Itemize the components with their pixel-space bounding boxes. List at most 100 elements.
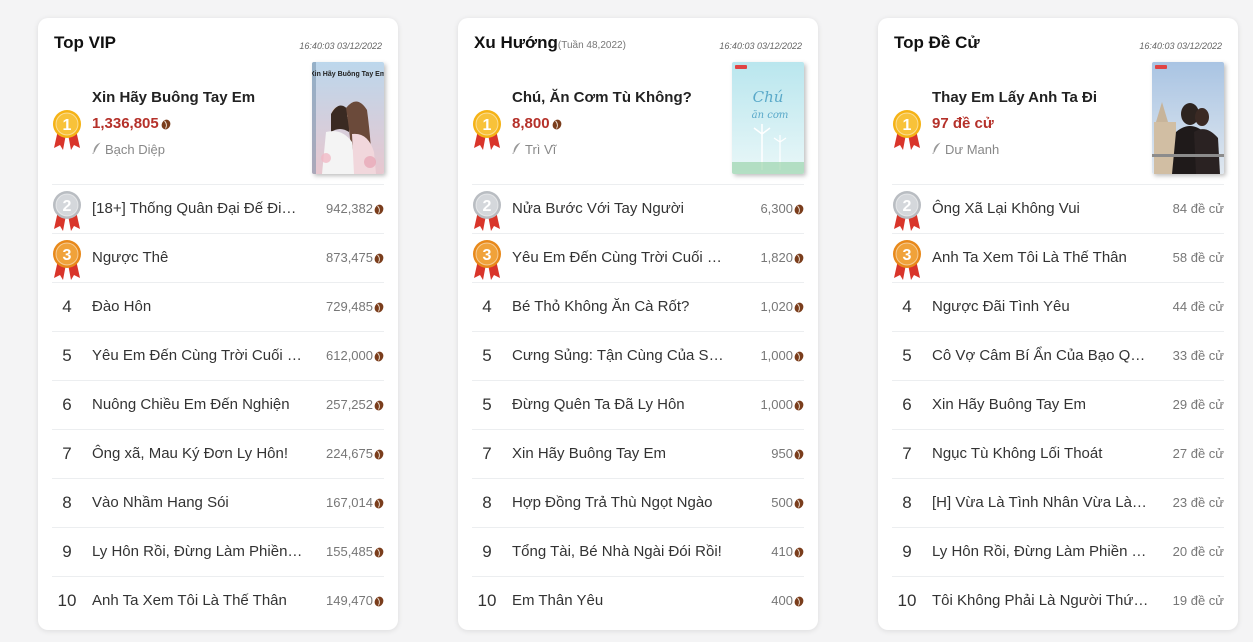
item-title[interactable]: Ngược Đãi Tình Yêu — [932, 283, 1150, 331]
list-item[interactable]: 7 Ngục Tù Không Lối Thoát 27 đề cử — [892, 429, 1224, 478]
item-title[interactable]: Cưng Sủng: Tận Cùng Của Sự Yêu Thương — [512, 332, 724, 380]
item-title[interactable]: Em Thân Yêu — [512, 577, 724, 625]
rank-number: 9 — [902, 542, 912, 561]
list-item[interactable]: 10 Anh Ta Xem Tôi Là Thế Thân 149,470 — [52, 576, 384, 625]
item-score: 942,382 — [326, 185, 384, 233]
list-item[interactable]: 10 Tôi Không Phải Là Người Thứ Ba 19 đề cử — [892, 576, 1224, 625]
item-title[interactable]: Ông Xã Lại Không Vui — [932, 185, 1150, 233]
item-title[interactable]: Yêu Em Đến Cùng Trời Cuối Đất — [512, 234, 724, 282]
list-item[interactable]: 7 Ông xã, Mau Ký Đơn Ly Hôn! 224,675 — [52, 429, 384, 478]
item-title[interactable]: Ngược Thê — [92, 234, 304, 282]
item-title[interactable]: Đừng Quên Ta Đã Ly Hôn — [512, 381, 724, 429]
list-item[interactable]: 2 Nửa Bước Với Tay Người 6,300 — [472, 184, 804, 233]
list-item[interactable]: 4 Bé Thỏ Không Ăn Cà Rốt? 1,020 — [472, 282, 804, 331]
list-item[interactable]: 9 Tổng Tài, Bé Nhà Ngài Đói Rồi! 410 — [472, 527, 804, 576]
list-item[interactable]: 2 [18+] Thống Quân Đại Đế Điên Cuồng Sủng… — [52, 184, 384, 233]
item-title[interactable]: Đào Hôn — [92, 283, 304, 331]
list-item[interactable]: 5 Cô Vợ Câm Bí Ẩn Của Bạo Quân 33 đề cử — [892, 331, 1224, 380]
item-score-value: 400 — [771, 593, 793, 608]
featured-title[interactable]: Xin Hãy Buông Tay Em — [92, 89, 255, 106]
list-item[interactable]: 6 Xin Hãy Buông Tay Em 29 đề cử — [892, 380, 1224, 429]
svg-text:3: 3 — [903, 247, 912, 264]
item-title[interactable]: Ly Hôn Rồi, Đừng Làm Phiền Tôi Nữa — [92, 528, 304, 576]
coffee-bean-icon — [374, 185, 384, 233]
featured-item[interactable]: 1 Thay Em Lấy Anh Ta Đi 97 đề cử Dư Manh — [892, 62, 1224, 182]
item-title[interactable]: Ly Hôn Rồi, Đừng Làm Phiền Tôi — [932, 528, 1150, 576]
item-title[interactable]: Yêu Em Đến Cùng Trời Cuối Đất — [92, 332, 304, 380]
item-score-value: 167,014 — [326, 495, 373, 510]
list-item[interactable]: 4 Đào Hôn 729,485 — [52, 282, 384, 331]
coffee-bean-icon — [161, 115, 171, 132]
featured-item[interactable]: 1 Chú, Ăn Cơm Tù Không? 8,800 Trì Vĩ Chú ăn c… — [472, 62, 804, 182]
featured-title[interactable]: Chú, Ăn Cơm Tù Không? — [512, 89, 692, 106]
featured-title[interactable]: Thay Em Lấy Anh Ta Đi — [932, 89, 1097, 106]
item-score-value: 1,820 — [760, 250, 793, 265]
coffee-bean-icon — [794, 332, 804, 380]
list-item[interactable]: 6 Nuông Chiều Em Đến Nghiện 257,252 — [52, 380, 384, 429]
card-title-text: Top VIP — [54, 33, 117, 52]
item-title[interactable]: Xin Hãy Buông Tay Em — [932, 381, 1150, 429]
list-item[interactable]: 4 Ngược Đãi Tình Yêu 44 đề cử — [892, 282, 1224, 331]
featured-author[interactable]: Dư Manh — [932, 142, 999, 157]
list-item[interactable]: 3 Yêu Em Đến Cùng Trời Cuối Đất 1,820 — [472, 233, 804, 282]
rank-number: 5 — [482, 346, 492, 365]
book-cover[interactable]: Chú ăn cơm — [732, 62, 804, 174]
item-title[interactable]: Xin Hãy Buông Tay Em — [512, 430, 724, 478]
featured-score-value: 8,800 — [512, 115, 550, 132]
item-title[interactable]: Ngục Tù Không Lối Thoát — [932, 430, 1150, 478]
item-score: 1,020 — [760, 283, 804, 331]
item-title[interactable]: Tổng Tài, Bé Nhà Ngài Đói Rồi! — [512, 528, 724, 576]
ranking-list: 2 [18+] Thống Quân Đại Đế Điên Cuồng Sủng… — [52, 184, 384, 625]
rank-number: 7 — [482, 444, 492, 463]
list-item[interactable]: 9 Ly Hôn Rồi, Đừng Làm Phiền Tôi 20 đề cử — [892, 527, 1224, 576]
coffee-bean-icon — [794, 577, 804, 625]
rank-number: 8 — [482, 493, 492, 512]
quill-pen-icon — [92, 142, 102, 157]
updated-time: 16:40:03 03/12/2022 — [719, 41, 802, 51]
list-item[interactable]: 5 Cưng Sủng: Tận Cùng Của Sự Yêu Thương 1,… — [472, 331, 804, 380]
book-cover[interactable] — [1152, 62, 1224, 174]
svg-text:3: 3 — [63, 247, 72, 264]
item-score-value: 942,382 — [326, 201, 373, 216]
item-title[interactable]: Anh Ta Xem Tôi Là Thế Thân — [932, 234, 1150, 282]
item-score-value: 149,470 — [326, 593, 373, 608]
list-item[interactable]: 2 Ông Xã Lại Không Vui 84 đề cử — [892, 184, 1224, 233]
list-item[interactable]: 9 Ly Hôn Rồi, Đừng Làm Phiền Tôi Nữa 155,4… — [52, 527, 384, 576]
list-item[interactable]: 8 [H] Vừa Là Tình Nhân Vừa Là Vợ 23 đề cử — [892, 478, 1224, 527]
item-title[interactable]: Hợp Đồng Trả Thù Ngọt Ngào — [512, 479, 724, 527]
bronze-medal-icon: 3 — [892, 238, 922, 282]
featured-item[interactable]: 1 Xin Hãy Buông Tay Em 1,336,805 Bạch Diệp X… — [52, 62, 384, 182]
list-item[interactable]: 5 Yêu Em Đến Cùng Trời Cuối Đất 612,000 — [52, 331, 384, 380]
item-title[interactable]: Bé Thỏ Không Ăn Cà Rốt? — [512, 283, 724, 331]
item-title[interactable]: Tôi Không Phải Là Người Thứ Ba — [932, 577, 1150, 625]
item-title[interactable]: Cô Vợ Câm Bí Ẩn Của Bạo Quân — [932, 332, 1150, 380]
item-title[interactable]: Ông xã, Mau Ký Đơn Ly Hôn! — [92, 430, 304, 478]
item-score: 58 đề cử — [1173, 234, 1224, 282]
list-item[interactable]: 8 Hợp Đồng Trả Thù Ngọt Ngào 500 — [472, 478, 804, 527]
list-item[interactable]: 8 Vào Nhầm Hang Sói 167,014 — [52, 478, 384, 527]
list-item[interactable]: 3 Ngược Thê 873,475 — [52, 233, 384, 282]
item-title[interactable]: Vào Nhầm Hang Sói — [92, 479, 304, 527]
item-score: 33 đề cử — [1173, 332, 1224, 380]
list-item[interactable]: 10 Em Thân Yêu 400 — [472, 576, 804, 625]
item-score-value: 257,252 — [326, 397, 373, 412]
item-title[interactable]: Nuông Chiều Em Đến Nghiện — [92, 381, 304, 429]
item-title[interactable]: Nửa Bước Với Tay Người — [512, 185, 724, 233]
featured-author[interactable]: Bạch Diệp — [92, 142, 165, 157]
item-score-value: 19 đề cử — [1172, 593, 1224, 608]
item-score-value: 1,000 — [760, 397, 793, 412]
book-cover[interactable]: Xin Hãy Buông Tay Em — [312, 62, 384, 174]
featured-author[interactable]: Trì Vĩ — [512, 142, 556, 157]
list-item[interactable]: 5 Đừng Quên Ta Đã Ly Hôn 1,000 — [472, 380, 804, 429]
svg-text:1: 1 — [483, 117, 492, 134]
item-score-value: 33 đề cử — [1172, 348, 1224, 363]
item-title[interactable]: Anh Ta Xem Tôi Là Thế Thân — [92, 577, 304, 625]
item-title[interactable]: [18+] Thống Quân Đại Đế Điên Cuồng Sủng — [92, 185, 304, 233]
featured-score-value: 1,336,805 — [92, 115, 159, 132]
item-title[interactable]: [H] Vừa Là Tình Nhân Vừa Là Vợ — [932, 479, 1150, 527]
list-item[interactable]: 7 Xin Hãy Buông Tay Em 950 — [472, 429, 804, 478]
featured-score-value: 97 đề cử — [932, 115, 994, 132]
svg-text:2: 2 — [63, 198, 72, 215]
list-item[interactable]: 3 Anh Ta Xem Tôi Là Thế Thân 58 đề cử — [892, 233, 1224, 282]
coffee-bean-icon — [374, 430, 384, 478]
